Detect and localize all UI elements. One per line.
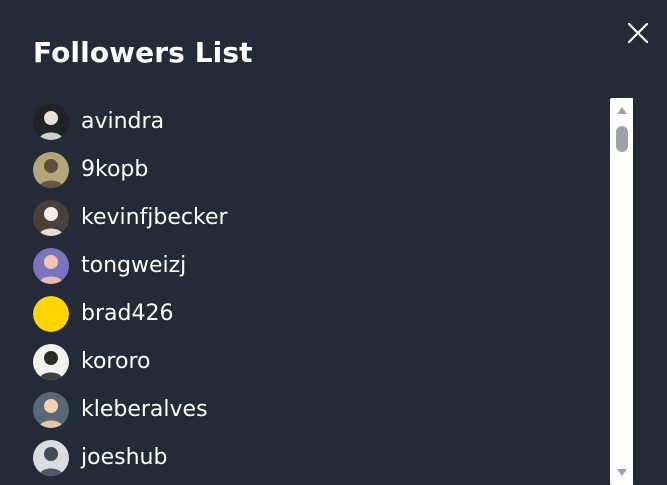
follower-username: kleberalves	[81, 397, 208, 422]
list-item[interactable]: kleberalves	[33, 386, 603, 434]
scroll-up-button[interactable]	[615, 104, 629, 118]
scroll-down-button[interactable]	[615, 465, 629, 479]
list-item[interactable]: kevinfjbecker	[33, 194, 603, 242]
avatar	[33, 248, 69, 284]
page-title: Followers List	[33, 36, 253, 69]
follower-username: kororo	[81, 349, 151, 374]
follower-username: brad426	[81, 301, 174, 326]
followers-list-container[interactable]: avindra 9kopb kevinfjbecker tongweizj br…	[33, 98, 633, 485]
follower-username: joeshub	[81, 445, 168, 470]
list-item[interactable]: 9kopb	[33, 146, 603, 194]
followers-modal: Followers List avindra 9kopb kevinfjbeck…	[0, 0, 667, 485]
close-icon	[627, 22, 649, 44]
close-button[interactable]	[625, 20, 651, 46]
avatar	[33, 440, 69, 476]
avatar-image	[33, 248, 69, 284]
list-item[interactable]: avindra	[33, 98, 603, 146]
follower-username: avindra	[81, 109, 165, 134]
avatar-image	[33, 200, 69, 236]
avatar	[33, 392, 69, 428]
scroll-down-icon	[617, 469, 627, 476]
avatar	[33, 104, 69, 140]
followers-list: avindra 9kopb kevinfjbecker tongweizj br…	[33, 98, 603, 482]
follower-username: 9kopb	[81, 157, 149, 182]
avatar-image	[33, 392, 69, 428]
list-item[interactable]: joeshub	[33, 434, 603, 482]
avatar-image	[33, 440, 69, 476]
list-item[interactable]: brad426	[33, 290, 603, 338]
scroll-up-icon	[617, 107, 627, 114]
avatar-image	[33, 104, 69, 140]
avatar	[33, 152, 69, 188]
avatar	[33, 200, 69, 236]
avatar-image	[33, 344, 69, 380]
scroll-thumb[interactable]	[616, 126, 628, 152]
avatar-image	[33, 296, 69, 332]
scrollbar[interactable]	[610, 98, 633, 485]
avatar	[33, 296, 69, 332]
list-item[interactable]: tongweizj	[33, 242, 603, 290]
avatar	[33, 344, 69, 380]
follower-username: tongweizj	[81, 253, 187, 278]
follower-username: kevinfjbecker	[81, 205, 228, 230]
avatar-image	[33, 152, 69, 188]
list-item[interactable]: kororo	[33, 338, 603, 386]
